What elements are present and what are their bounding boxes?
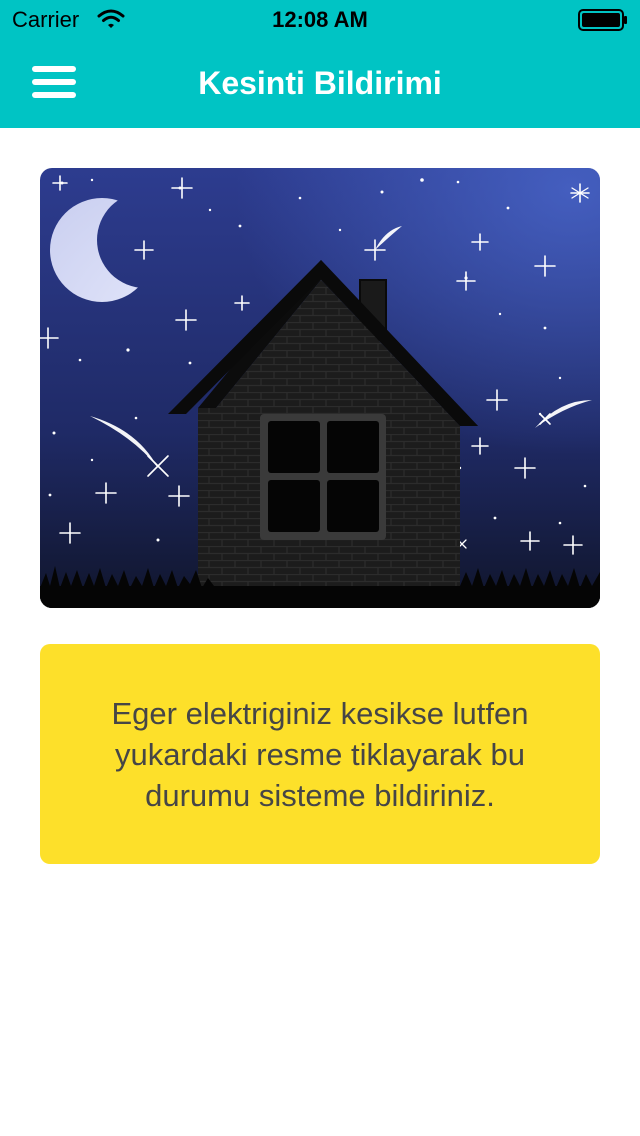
report-outage-image[interactable] bbox=[40, 168, 600, 608]
page-title: Kesinti Bildirimi bbox=[198, 65, 442, 101]
clock: 12:08 AM bbox=[272, 7, 368, 32]
info-line-1: Eger elektriginiz kesikse lutfen bbox=[111, 695, 529, 731]
header: Carrier 12:08 AM Kesinti Bildirimi bbox=[0, 0, 640, 128]
info-line-3: durumu sisteme bildiriniz. bbox=[145, 777, 495, 813]
night-house-icon bbox=[40, 168, 600, 608]
battery-icon bbox=[578, 9, 627, 31]
info-line-2: yukardaki resme tiklayarak bu bbox=[114, 736, 526, 772]
info-box: Eger elektriginiz kesikse lutfen yukarda… bbox=[40, 644, 600, 864]
status-bar: Carrier 12:08 AM bbox=[0, 0, 640, 40]
navigation-bar: Kesinti Bildirimi bbox=[0, 40, 640, 128]
info-text: Eger elektriginiz kesikse lutfen yukarda… bbox=[112, 693, 529, 816]
